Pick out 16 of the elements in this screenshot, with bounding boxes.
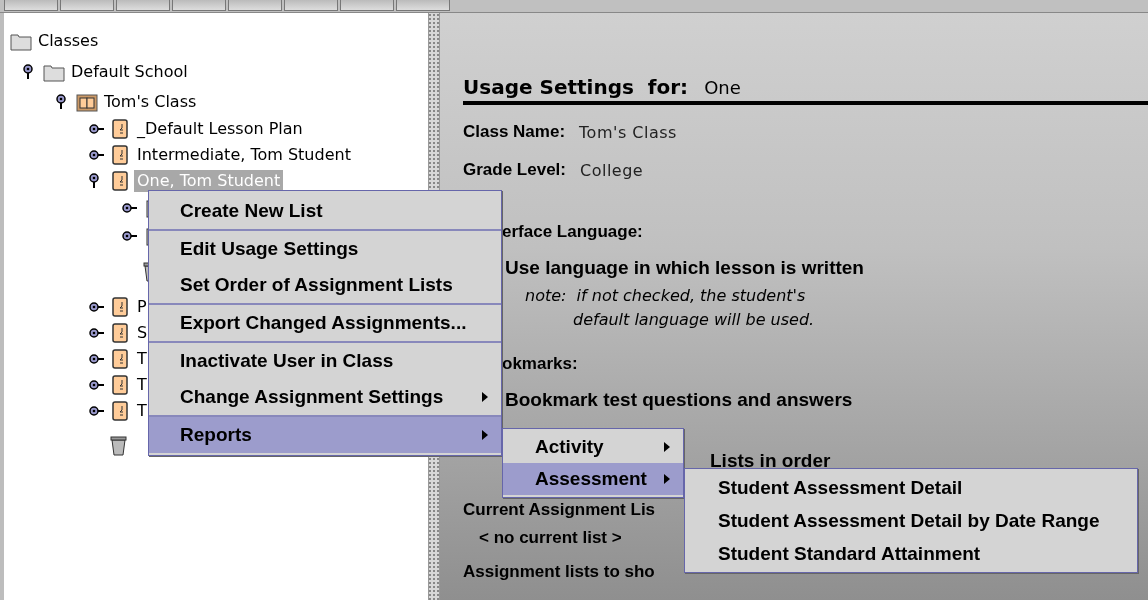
option-label: Lists in order bbox=[710, 449, 831, 473]
field-value: Tom's Class bbox=[579, 122, 677, 142]
section-label: Assignment lists to sho bbox=[463, 561, 655, 583]
field-label: Grade Level: bbox=[463, 160, 566, 180]
settings-title: Usage Settings for: bbox=[463, 75, 689, 99]
option-label: Bookmark test questions and answers bbox=[505, 388, 853, 412]
section-label: Current Assignment Lis bbox=[463, 499, 656, 521]
section-label: okmarks: bbox=[502, 353, 578, 375]
field-value: College bbox=[580, 160, 644, 180]
note-text: default language will be used. bbox=[573, 308, 815, 331]
student-name: One bbox=[704, 76, 741, 98]
section-label: erface Language: bbox=[502, 221, 643, 243]
note-text: note: if not checked, the student's bbox=[525, 284, 806, 307]
field-label: Class Name: bbox=[463, 122, 566, 142]
field-value: < no current list > bbox=[479, 527, 622, 549]
option-label: Use language in which lesson is written bbox=[505, 256, 864, 280]
